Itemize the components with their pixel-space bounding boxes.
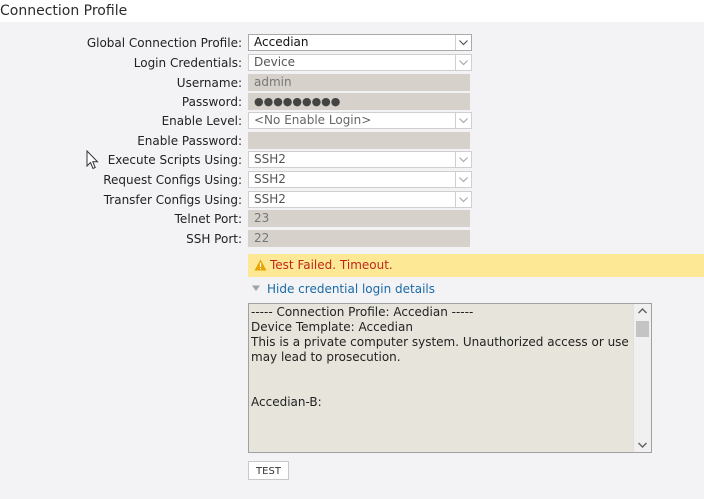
ssh-port-value: 22 (254, 231, 270, 245)
row-username: Username: admin (0, 74, 704, 93)
hide-details-label[interactable]: Hide credential login details (267, 282, 435, 296)
transfer-configs-value: SSH2 (254, 192, 286, 206)
chevron-down-icon[interactable] (455, 55, 471, 70)
username-label: Username: (176, 76, 242, 90)
row-enable-level: Enable Level: <No Enable Login> (0, 112, 704, 131)
execute-scripts-label: Execute Scripts Using: (107, 153, 242, 167)
request-configs-label: Request Configs Using: (103, 173, 242, 187)
ssh-port-field[interactable]: 22 (248, 230, 470, 247)
ssh-port-label: SSH Port: (186, 232, 242, 246)
transfer-configs-select[interactable]: SSH2 (248, 191, 472, 208)
enable-password-label: Enable Password: (137, 134, 242, 148)
connection-log-console[interactable]: ----- Connection Profile: Accedian -----… (248, 303, 652, 453)
row-ssh-port: SSH Port: 22 (0, 230, 704, 249)
enable-level-select[interactable]: <No Enable Login> (248, 112, 472, 129)
test-result-alert: Test Failed. Timeout. (248, 254, 704, 277)
execute-scripts-value: SSH2 (254, 152, 286, 166)
telnet-port-value: 23 (254, 211, 270, 225)
caret-down-icon (252, 285, 260, 291)
chevron-down-icon[interactable] (455, 172, 471, 187)
scroll-down-icon[interactable] (638, 442, 647, 448)
password-field[interactable]: ●●●●●●●●● (248, 93, 470, 110)
transfer-configs-label: Transfer Configs Using: (103, 193, 242, 207)
test-button[interactable]: TEST (248, 461, 289, 480)
row-transfer-configs: Transfer Configs Using: SSH2 (0, 191, 704, 210)
row-global-profile: Global Connection Profile: Accedian (0, 34, 704, 53)
console-scrollbar[interactable] (633, 304, 651, 452)
execute-scripts-select[interactable]: SSH2 (248, 151, 472, 168)
scroll-thumb[interactable] (636, 321, 649, 337)
username-field[interactable]: admin (248, 74, 470, 91)
request-configs-value: SSH2 (254, 172, 286, 186)
username-value: admin (254, 75, 292, 89)
title-bar: Connection Profile (0, 0, 704, 22)
enable-level-value: <No Enable Login> (254, 113, 372, 127)
telnet-port-field[interactable]: 23 (248, 210, 470, 227)
telnet-port-label: Telnet Port: (174, 212, 242, 226)
row-execute-scripts: Execute Scripts Using: SSH2 (0, 151, 704, 170)
login-credentials-select[interactable]: Device (248, 54, 472, 71)
global-profile-label: Global Connection Profile: (86, 36, 242, 50)
row-telnet-port: Telnet Port: 23 (0, 210, 704, 229)
login-credentials-label: Login Credentials: (133, 56, 242, 70)
chevron-down-icon[interactable] (455, 113, 471, 128)
warning-icon (254, 259, 267, 271)
enable-password-field[interactable] (248, 132, 470, 149)
row-login-credentials: Login Credentials: Device (0, 54, 704, 73)
global-profile-select[interactable]: Accedian (248, 34, 472, 51)
global-profile-value: Accedian (254, 35, 309, 49)
row-password: Password: ●●●●●●●●● (0, 93, 704, 112)
scroll-up-icon[interactable] (638, 308, 647, 314)
console-output: ----- Connection Profile: Accedian -----… (251, 305, 629, 409)
alert-message: Test Failed. Timeout. (270, 258, 393, 272)
chevron-down-icon[interactable] (455, 35, 471, 50)
password-value: ●●●●●●●●● (254, 95, 341, 108)
chevron-down-icon[interactable] (455, 152, 471, 167)
row-enable-password: Enable Password: (0, 132, 704, 151)
login-credentials-value: Device (254, 55, 296, 69)
chevron-down-icon[interactable] (455, 192, 471, 207)
page-title: Connection Profile (0, 3, 128, 19)
request-configs-select[interactable]: SSH2 (248, 171, 472, 188)
row-request-configs: Request Configs Using: SSH2 (0, 171, 704, 190)
enable-level-label: Enable Level: (161, 114, 242, 128)
mouse-cursor-icon (86, 150, 99, 170)
password-label: Password: (181, 95, 242, 109)
